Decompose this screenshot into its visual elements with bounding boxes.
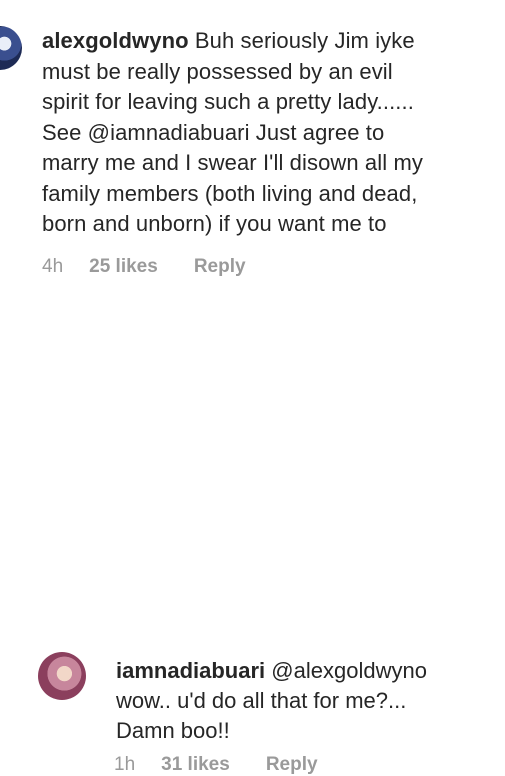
comment-line: must be really possessed by an evil [42, 58, 393, 84]
comment-line: born and unborn) if you want me to [42, 211, 387, 236]
comment-line: spirit for leaving such a pretty lady...… [42, 89, 414, 114]
comment-line: marry me and I swear I'll disown all my [42, 150, 423, 175]
comment-line: Damn boo!! [116, 718, 230, 743]
comment-text: iamnadiabuari @alexgoldwyno wow.. u'd do… [116, 656, 501, 746]
mention[interactable]: @alexgoldwyno [271, 658, 427, 683]
username[interactable]: iamnadiabuari [116, 658, 265, 683]
comment-line: Buh seriously Jim iyke [194, 28, 415, 53]
comment-text: alexgoldwyno Buh seriously Jim iyke must… [42, 26, 497, 240]
timestamp: 4h [42, 256, 64, 277]
comment: alexgoldwyno Buh seriously Jim iyke must… [0, 0, 505, 300]
comment-meta: 4h 25 likes Reply [42, 256, 246, 278]
reply-comment: iamnadiabuari @alexgoldwyno wow.. u'd do… [0, 318, 505, 775]
avatar[interactable] [38, 652, 86, 700]
avatar[interactable] [0, 26, 22, 70]
likes-count[interactable]: 25 likes [89, 256, 158, 278]
username[interactable]: alexgoldwyno [42, 28, 189, 53]
comment-meta: 1h 31 likes Reply [114, 754, 318, 776]
likes-count[interactable]: 31 likes [161, 754, 230, 776]
comment-line: wow.. u'd do all that for me?... [116, 688, 407, 713]
reply-button[interactable]: Reply [194, 256, 246, 278]
timestamp: 1h [114, 754, 136, 775]
comment-line: family members (both living and dead, [42, 180, 418, 206]
reply-button[interactable]: Reply [266, 754, 318, 776]
comment-line: See @iamnadiabuari Just agree to [42, 119, 385, 145]
